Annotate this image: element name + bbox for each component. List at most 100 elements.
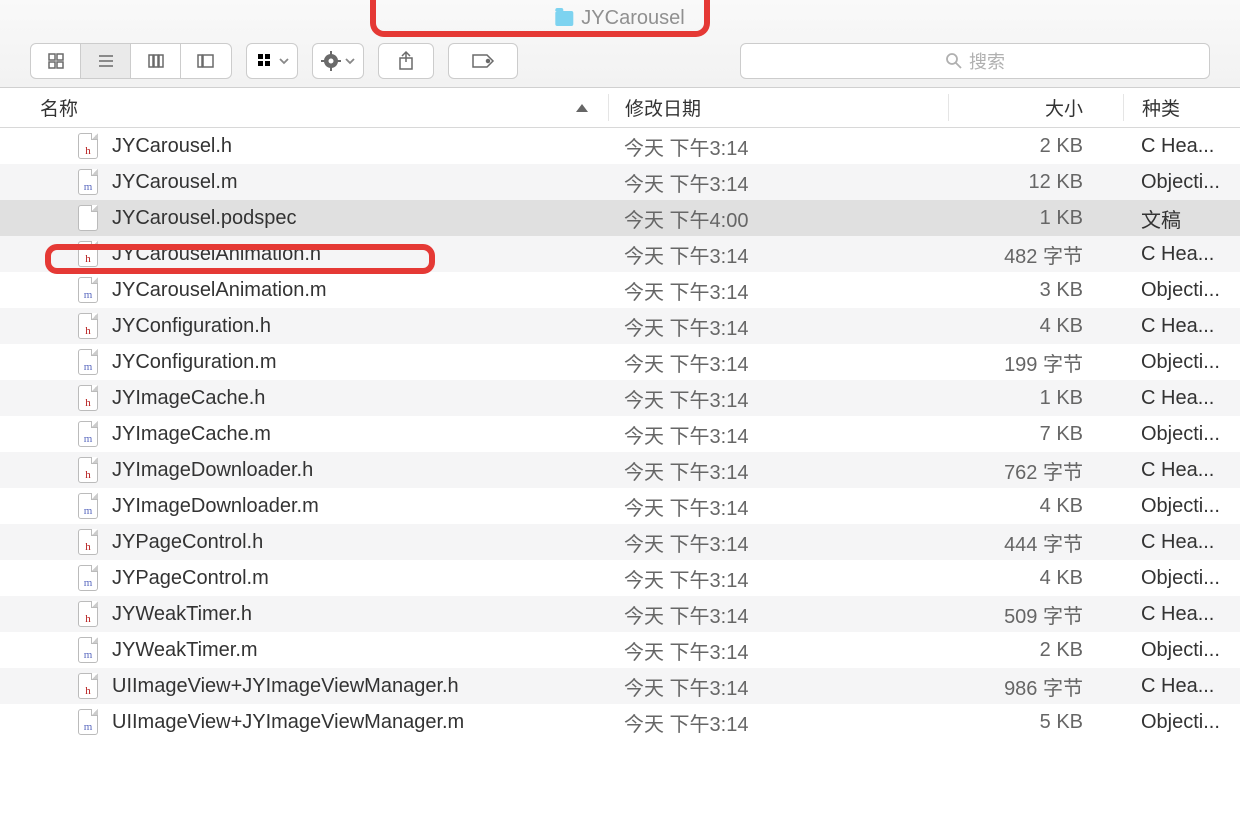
file-date: 今天 下午3:14 xyxy=(608,456,948,485)
window-title: JYCarousel xyxy=(535,0,704,36)
window-title-text: JYCarousel xyxy=(581,7,684,30)
file-icon: h xyxy=(78,133,98,159)
file-icon: h xyxy=(78,313,98,339)
file-row[interactable]: hJYCarouselAnimation.h今天 下午3:14482 字节C H… xyxy=(0,236,1240,272)
file-name: JYWeakTimer.m xyxy=(112,639,258,662)
file-row[interactable]: mJYConfiguration.m今天 下午3:14199 字节Objecti… xyxy=(0,344,1240,380)
file-name: JYCarouselAnimation.h xyxy=(112,243,321,266)
file-icon: h xyxy=(78,529,98,555)
file-row[interactable]: h JYImageDownloader.h 今天 下午3:14762 字节C Hea… xyxy=(0,452,1240,488)
file-kind: C Hea... xyxy=(1123,459,1240,482)
share-button[interactable] xyxy=(378,43,434,79)
column-header-size[interactable]: 大小 xyxy=(948,94,1123,121)
file-date: 今天 下午3:14 xyxy=(608,240,948,269)
file-icon: h xyxy=(78,385,98,411)
file-row[interactable]: m JYWeakTimer.m 今天 下午3:142 KBObjecti... xyxy=(0,632,1240,668)
file-name: JYImageDownloader.m xyxy=(112,495,319,518)
file-kind: Objecti... xyxy=(1123,567,1240,590)
file-size: 1 KB xyxy=(948,387,1123,410)
file-name: JYImageCache.m xyxy=(112,423,271,446)
file-row[interactable]: hUIImageView+JYImageViewManager.h今天 下午3:… xyxy=(0,668,1240,704)
tags-button[interactable] xyxy=(448,43,518,79)
file-date: 今天 下午3:14 xyxy=(608,708,948,737)
file-icon: m xyxy=(78,637,98,663)
folder-icon xyxy=(555,11,573,26)
file-kind: C Hea... xyxy=(1123,315,1240,338)
file-name: JYWeakTimer.h xyxy=(112,603,252,626)
file-kind: Objecti... xyxy=(1123,351,1240,374)
file-date: 今天 下午3:14 xyxy=(608,600,948,629)
file-row[interactable]: mJYImageCache.m今天 下午3:147 KBObjecti... xyxy=(0,416,1240,452)
file-kind: Objecti... xyxy=(1123,423,1240,446)
column-header-name[interactable]: 名称 xyxy=(0,94,608,121)
action-dropdown[interactable] xyxy=(312,43,364,79)
file-icon: h xyxy=(78,673,98,699)
file-row[interactable]: m JYCarouselAnimation.m 今天 下午3:143 KBObjec… xyxy=(0,272,1240,308)
file-kind: C Hea... xyxy=(1123,675,1240,698)
file-name: UIImageView+JYImageViewManager.h xyxy=(112,675,459,698)
file-row[interactable]: hJYImageCache.h今天 下午3:141 KBC Hea... xyxy=(0,380,1240,416)
view-list-button[interactable] xyxy=(81,44,131,78)
file-date: 今天 下午3:14 xyxy=(608,636,948,665)
file-size: 482 字节 xyxy=(948,240,1123,269)
view-icons-button[interactable] xyxy=(31,44,81,78)
file-kind: Objecti... xyxy=(1123,171,1240,194)
file-size: 509 字节 xyxy=(948,600,1123,629)
file-row[interactable]: hJYConfiguration.h今天 下午3:144 KBC Hea... xyxy=(0,308,1240,344)
view-gallery-button[interactable] xyxy=(181,44,231,78)
file-date: 今天 下午3:14 xyxy=(608,168,948,197)
file-kind: Objecti... xyxy=(1123,639,1240,662)
file-row[interactable]: mJYImageDownloader.m今天 下午3:144 KBObjecti… xyxy=(0,488,1240,524)
file-size: 4 KB xyxy=(948,495,1123,518)
file-date: 今天 下午4:00 xyxy=(608,204,948,233)
file-icon: m xyxy=(78,493,98,519)
file-kind: C Hea... xyxy=(1123,243,1240,266)
file-name: UIImageView+JYImageViewManager.m xyxy=(112,711,464,734)
file-name: JYImageDownloader.h xyxy=(112,459,313,482)
file-row[interactable]: hJYPageControl.h今天 下午3:14444 字节C Hea... xyxy=(0,524,1240,560)
file-row[interactable]: hJYCarousel.h今天 下午3:142 KBC Hea... xyxy=(0,128,1240,164)
file-kind: C Hea... xyxy=(1123,387,1240,410)
file-name: JYConfiguration.h xyxy=(112,315,271,338)
chevron-down-icon xyxy=(345,57,355,65)
view-mode-segmented xyxy=(30,43,232,79)
file-row[interactable]: h JYWeakTimer.h 今天 下午3:14509 字节C Hea... xyxy=(0,596,1240,632)
file-date: 今天 下午3:14 xyxy=(608,384,948,413)
column-header-kind[interactable]: 种类 xyxy=(1123,94,1240,121)
file-date: 今天 下午3:14 xyxy=(608,564,948,593)
file-icon: m xyxy=(78,421,98,447)
file-icon xyxy=(78,205,98,231)
file-name: JYCarousel.m xyxy=(112,171,238,194)
file-kind: Objecti... xyxy=(1123,495,1240,518)
search-placeholder: 搜索 xyxy=(969,48,1005,74)
search-input[interactable]: 搜索 xyxy=(740,43,1210,79)
file-size: 4 KB xyxy=(948,567,1123,590)
column-header-date[interactable]: 修改日期 xyxy=(608,94,948,121)
file-date: 今天 下午3:14 xyxy=(608,528,948,557)
file-row[interactable]: mUIImageView+JYImageViewManager.m今天 下午3:… xyxy=(0,704,1240,740)
file-kind: C Hea... xyxy=(1123,531,1240,554)
file-icon: m xyxy=(78,277,98,303)
file-row[interactable]: JYCarousel.podspec今天 下午4:001 KB文稿 xyxy=(0,200,1240,236)
file-name: JYPageControl.m xyxy=(112,567,269,590)
file-date: 今天 下午3:14 xyxy=(608,276,948,305)
view-columns-button[interactable] xyxy=(131,44,181,78)
file-size: 5 KB xyxy=(948,711,1123,734)
file-size: 2 KB xyxy=(948,639,1123,662)
file-kind: Objecti... xyxy=(1123,279,1240,302)
file-kind: C Hea... xyxy=(1123,603,1240,626)
arrange-dropdown[interactable] xyxy=(246,43,298,79)
file-date: 今天 下午3:14 xyxy=(608,132,948,161)
file-size: 762 字节 xyxy=(948,456,1123,485)
file-name: JYConfiguration.m xyxy=(112,351,277,374)
file-row[interactable]: mJYCarousel.m今天 下午3:1412 KBObjecti... xyxy=(0,164,1240,200)
file-date: 今天 下午3:14 xyxy=(608,348,948,377)
file-icon: h xyxy=(78,457,98,483)
sort-ascending-icon xyxy=(576,104,588,112)
file-icon: h xyxy=(78,601,98,627)
file-kind: C Hea... xyxy=(1123,135,1240,158)
file-size: 3 KB xyxy=(948,279,1123,302)
file-row[interactable]: mJYPageControl.m今天 下午3:144 KBObjecti... xyxy=(0,560,1240,596)
file-name: JYCarouselAnimation.m xyxy=(112,279,327,302)
file-icon: m xyxy=(78,349,98,375)
